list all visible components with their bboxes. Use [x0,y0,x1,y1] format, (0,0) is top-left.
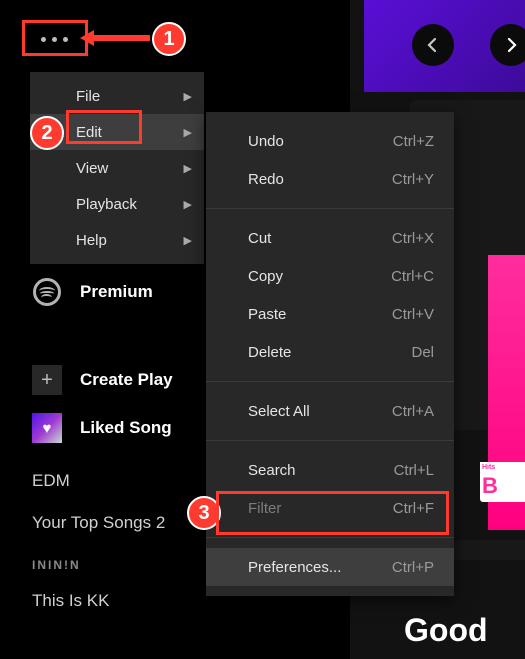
menu-label: Search [248,462,296,479]
menu-item-cut[interactable]: Cut Ctrl+X [206,219,454,257]
menu-label: Redo [248,171,284,188]
heart-icon: ♥ [32,413,62,443]
sidebar-label: Create Play [80,370,173,390]
plus-icon: + [32,365,62,395]
menu-shortcut: Ctrl+Z [393,133,434,150]
menu-item-search[interactable]: Search Ctrl+L [206,451,454,489]
content-title: Good [404,612,488,649]
annotation-marker-1: 1 [152,22,186,56]
sidebar-label: Liked Song [80,418,172,438]
menu-item-copy[interactable]: Copy Ctrl+C [206,257,454,295]
chevron-right-icon [503,37,519,53]
menu-label: Help [76,232,107,249]
menu-label: Undo [248,133,284,150]
menu-shortcut: Ctrl+P [392,559,434,576]
sidebar-label: Premium [80,282,153,302]
spotify-icon [32,277,62,307]
menu-label: Playback [76,196,137,213]
annotation-highlight-2 [66,110,142,144]
album-badge: B [480,470,525,502]
menu-label: Preferences... [248,559,341,576]
menu-label: View [76,160,108,177]
menu-label: Paste [248,306,286,323]
menu-item-file[interactable]: File ▶ [30,78,204,114]
chevron-right-icon: ▶ [184,126,192,139]
nav-back-button[interactable] [412,24,454,66]
menu-shortcut: Ctrl+X [392,230,434,247]
menu-label: Copy [248,268,283,285]
menu-item-preferences[interactable]: Preferences... Ctrl+P [206,548,454,586]
menu-item-undo[interactable]: Undo Ctrl+Z [206,122,454,160]
menu-shortcut: Ctrl+V [392,306,434,323]
chevron-left-icon [425,37,441,53]
menu-shortcut: Del [411,344,434,361]
annotation-highlight-3 [216,491,449,535]
chevron-right-icon: ▶ [184,162,192,175]
menu-item-view[interactable]: View ▶ [30,150,204,186]
chevron-right-icon: ▶ [184,198,192,211]
nav-forward-button[interactable] [490,24,525,66]
menu-label: Select All [248,403,310,420]
menu-label: File [76,88,100,105]
menu-shortcut: Ctrl+C [391,268,434,285]
menu-item-paste[interactable]: Paste Ctrl+V [206,295,454,333]
menu-shortcut: Ctrl+Y [392,171,434,188]
menu-item-help[interactable]: Help ▶ [30,222,204,258]
menu-label: Cut [248,230,271,247]
annotation-highlight-1 [22,20,88,56]
menu-item-redo[interactable]: Redo Ctrl+Y [206,160,454,198]
menu-item-select-all[interactable]: Select All Ctrl+A [206,392,454,430]
main-menu: File ▶ Edit ▶ View ▶ Playback ▶ Help ▶ [30,72,204,264]
chevron-right-icon: ▶ [184,234,192,247]
menu-shortcut: Ctrl+A [392,403,434,420]
chevron-right-icon: ▶ [184,90,192,103]
menu-label: Delete [248,344,291,361]
menu-item-delete[interactable]: Delete Del [206,333,454,371]
menu-shortcut: Ctrl+L [394,462,434,479]
menu-item-playback[interactable]: Playback ▶ [30,186,204,222]
annotation-marker-2: 2 [30,116,64,150]
annotation-arrow-1 [92,35,150,41]
